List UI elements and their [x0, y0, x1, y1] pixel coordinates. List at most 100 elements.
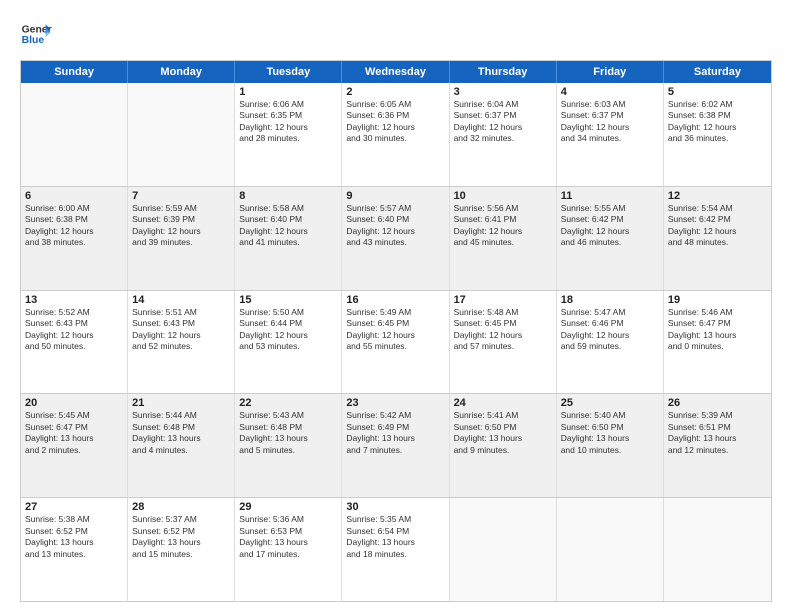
cell-info: Sunrise: 6:03 AM Sunset: 6:37 PM Dayligh… [561, 99, 659, 145]
header-cell-friday: Friday [557, 61, 664, 83]
calendar-cell: 9Sunrise: 5:57 AM Sunset: 6:40 PM Daylig… [342, 187, 449, 290]
calendar-cell: 21Sunrise: 5:44 AM Sunset: 6:48 PM Dayli… [128, 394, 235, 497]
cell-info: Sunrise: 5:43 AM Sunset: 6:48 PM Dayligh… [239, 410, 337, 456]
cell-info: Sunrise: 5:48 AM Sunset: 6:45 PM Dayligh… [454, 307, 552, 353]
day-number: 21 [132, 397, 230, 409]
cell-info: Sunrise: 5:37 AM Sunset: 6:52 PM Dayligh… [132, 514, 230, 560]
day-number: 14 [132, 294, 230, 306]
day-number: 29 [239, 501, 337, 513]
calendar-cell: 29Sunrise: 5:36 AM Sunset: 6:53 PM Dayli… [235, 498, 342, 601]
day-number: 19 [668, 294, 767, 306]
cell-info: Sunrise: 5:58 AM Sunset: 6:40 PM Dayligh… [239, 203, 337, 249]
cell-info: Sunrise: 5:35 AM Sunset: 6:54 PM Dayligh… [346, 514, 444, 560]
calendar-cell: 27Sunrise: 5:38 AM Sunset: 6:52 PM Dayli… [21, 498, 128, 601]
calendar-cell: 18Sunrise: 5:47 AM Sunset: 6:46 PM Dayli… [557, 291, 664, 394]
header-cell-saturday: Saturday [664, 61, 771, 83]
day-number: 12 [668, 190, 767, 202]
day-number: 3 [454, 86, 552, 98]
calendar-cell [128, 83, 235, 186]
day-number: 8 [239, 190, 337, 202]
day-number: 16 [346, 294, 444, 306]
day-number: 15 [239, 294, 337, 306]
day-number: 1 [239, 86, 337, 98]
day-number: 27 [25, 501, 123, 513]
calendar-cell: 6Sunrise: 6:00 AM Sunset: 6:38 PM Daylig… [21, 187, 128, 290]
cell-info: Sunrise: 5:41 AM Sunset: 6:50 PM Dayligh… [454, 410, 552, 456]
cell-info: Sunrise: 5:39 AM Sunset: 6:51 PM Dayligh… [668, 410, 767, 456]
day-number: 2 [346, 86, 444, 98]
cell-info: Sunrise: 6:02 AM Sunset: 6:38 PM Dayligh… [668, 99, 767, 145]
calendar-cell: 8Sunrise: 5:58 AM Sunset: 6:40 PM Daylig… [235, 187, 342, 290]
day-number: 20 [25, 397, 123, 409]
cell-info: Sunrise: 5:55 AM Sunset: 6:42 PM Dayligh… [561, 203, 659, 249]
cell-info: Sunrise: 5:47 AM Sunset: 6:46 PM Dayligh… [561, 307, 659, 353]
calendar-cell: 20Sunrise: 5:45 AM Sunset: 6:47 PM Dayli… [21, 394, 128, 497]
day-number: 25 [561, 397, 659, 409]
cell-info: Sunrise: 5:36 AM Sunset: 6:53 PM Dayligh… [239, 514, 337, 560]
calendar-cell: 1Sunrise: 6:06 AM Sunset: 6:35 PM Daylig… [235, 83, 342, 186]
cell-info: Sunrise: 5:54 AM Sunset: 6:42 PM Dayligh… [668, 203, 767, 249]
cell-info: Sunrise: 5:40 AM Sunset: 6:50 PM Dayligh… [561, 410, 659, 456]
cell-info: Sunrise: 5:50 AM Sunset: 6:44 PM Dayligh… [239, 307, 337, 353]
day-number: 10 [454, 190, 552, 202]
day-number: 18 [561, 294, 659, 306]
calendar-row-1: 1Sunrise: 6:06 AM Sunset: 6:35 PM Daylig… [21, 83, 771, 186]
logo-icon: General Blue [20, 18, 52, 50]
header-cell-monday: Monday [128, 61, 235, 83]
calendar-cell: 25Sunrise: 5:40 AM Sunset: 6:50 PM Dayli… [557, 394, 664, 497]
header-cell-sunday: Sunday [21, 61, 128, 83]
cell-info: Sunrise: 5:38 AM Sunset: 6:52 PM Dayligh… [25, 514, 123, 560]
calendar-cell: 10Sunrise: 5:56 AM Sunset: 6:41 PM Dayli… [450, 187, 557, 290]
cell-info: Sunrise: 5:42 AM Sunset: 6:49 PM Dayligh… [346, 410, 444, 456]
calendar-row-5: 27Sunrise: 5:38 AM Sunset: 6:52 PM Dayli… [21, 497, 771, 601]
calendar-row-3: 13Sunrise: 5:52 AM Sunset: 6:43 PM Dayli… [21, 290, 771, 394]
calendar-cell: 5Sunrise: 6:02 AM Sunset: 6:38 PM Daylig… [664, 83, 771, 186]
day-number: 26 [668, 397, 767, 409]
calendar-cell: 22Sunrise: 5:43 AM Sunset: 6:48 PM Dayli… [235, 394, 342, 497]
calendar-cell [21, 83, 128, 186]
cell-info: Sunrise: 5:57 AM Sunset: 6:40 PM Dayligh… [346, 203, 444, 249]
day-number: 5 [668, 86, 767, 98]
calendar: SundayMondayTuesdayWednesdayThursdayFrid… [20, 60, 772, 602]
day-number: 17 [454, 294, 552, 306]
day-number: 7 [132, 190, 230, 202]
day-number: 13 [25, 294, 123, 306]
calendar-cell: 19Sunrise: 5:46 AM Sunset: 6:47 PM Dayli… [664, 291, 771, 394]
header-cell-thursday: Thursday [450, 61, 557, 83]
cell-info: Sunrise: 6:04 AM Sunset: 6:37 PM Dayligh… [454, 99, 552, 145]
calendar-row-2: 6Sunrise: 6:00 AM Sunset: 6:38 PM Daylig… [21, 186, 771, 290]
calendar-cell [664, 498, 771, 601]
day-number: 4 [561, 86, 659, 98]
calendar-cell: 28Sunrise: 5:37 AM Sunset: 6:52 PM Dayli… [128, 498, 235, 601]
calendar-cell: 23Sunrise: 5:42 AM Sunset: 6:49 PM Dayli… [342, 394, 449, 497]
calendar-cell: 7Sunrise: 5:59 AM Sunset: 6:39 PM Daylig… [128, 187, 235, 290]
calendar-cell: 30Sunrise: 5:35 AM Sunset: 6:54 PM Dayli… [342, 498, 449, 601]
cell-info: Sunrise: 6:05 AM Sunset: 6:36 PM Dayligh… [346, 99, 444, 145]
calendar-cell: 3Sunrise: 6:04 AM Sunset: 6:37 PM Daylig… [450, 83, 557, 186]
calendar-cell: 15Sunrise: 5:50 AM Sunset: 6:44 PM Dayli… [235, 291, 342, 394]
calendar-body: 1Sunrise: 6:06 AM Sunset: 6:35 PM Daylig… [21, 83, 771, 601]
calendar-cell: 24Sunrise: 5:41 AM Sunset: 6:50 PM Dayli… [450, 394, 557, 497]
day-number: 9 [346, 190, 444, 202]
calendar-cell: 17Sunrise: 5:48 AM Sunset: 6:45 PM Dayli… [450, 291, 557, 394]
calendar-cell: 13Sunrise: 5:52 AM Sunset: 6:43 PM Dayli… [21, 291, 128, 394]
cell-info: Sunrise: 5:45 AM Sunset: 6:47 PM Dayligh… [25, 410, 123, 456]
day-number: 11 [561, 190, 659, 202]
cell-info: Sunrise: 6:00 AM Sunset: 6:38 PM Dayligh… [25, 203, 123, 249]
header-cell-tuesday: Tuesday [235, 61, 342, 83]
calendar-cell: 14Sunrise: 5:51 AM Sunset: 6:43 PM Dayli… [128, 291, 235, 394]
calendar-cell: 4Sunrise: 6:03 AM Sunset: 6:37 PM Daylig… [557, 83, 664, 186]
cell-info: Sunrise: 5:44 AM Sunset: 6:48 PM Dayligh… [132, 410, 230, 456]
calendar-cell: 26Sunrise: 5:39 AM Sunset: 6:51 PM Dayli… [664, 394, 771, 497]
day-number: 24 [454, 397, 552, 409]
logo: General Blue [20, 18, 52, 50]
cell-info: Sunrise: 5:56 AM Sunset: 6:41 PM Dayligh… [454, 203, 552, 249]
cell-info: Sunrise: 5:52 AM Sunset: 6:43 PM Dayligh… [25, 307, 123, 353]
cell-info: Sunrise: 5:59 AM Sunset: 6:39 PM Dayligh… [132, 203, 230, 249]
calendar-cell: 11Sunrise: 5:55 AM Sunset: 6:42 PM Dayli… [557, 187, 664, 290]
cell-info: Sunrise: 5:49 AM Sunset: 6:45 PM Dayligh… [346, 307, 444, 353]
page-header: General Blue [20, 18, 772, 50]
calendar-cell: 16Sunrise: 5:49 AM Sunset: 6:45 PM Dayli… [342, 291, 449, 394]
day-number: 30 [346, 501, 444, 513]
day-number: 28 [132, 501, 230, 513]
